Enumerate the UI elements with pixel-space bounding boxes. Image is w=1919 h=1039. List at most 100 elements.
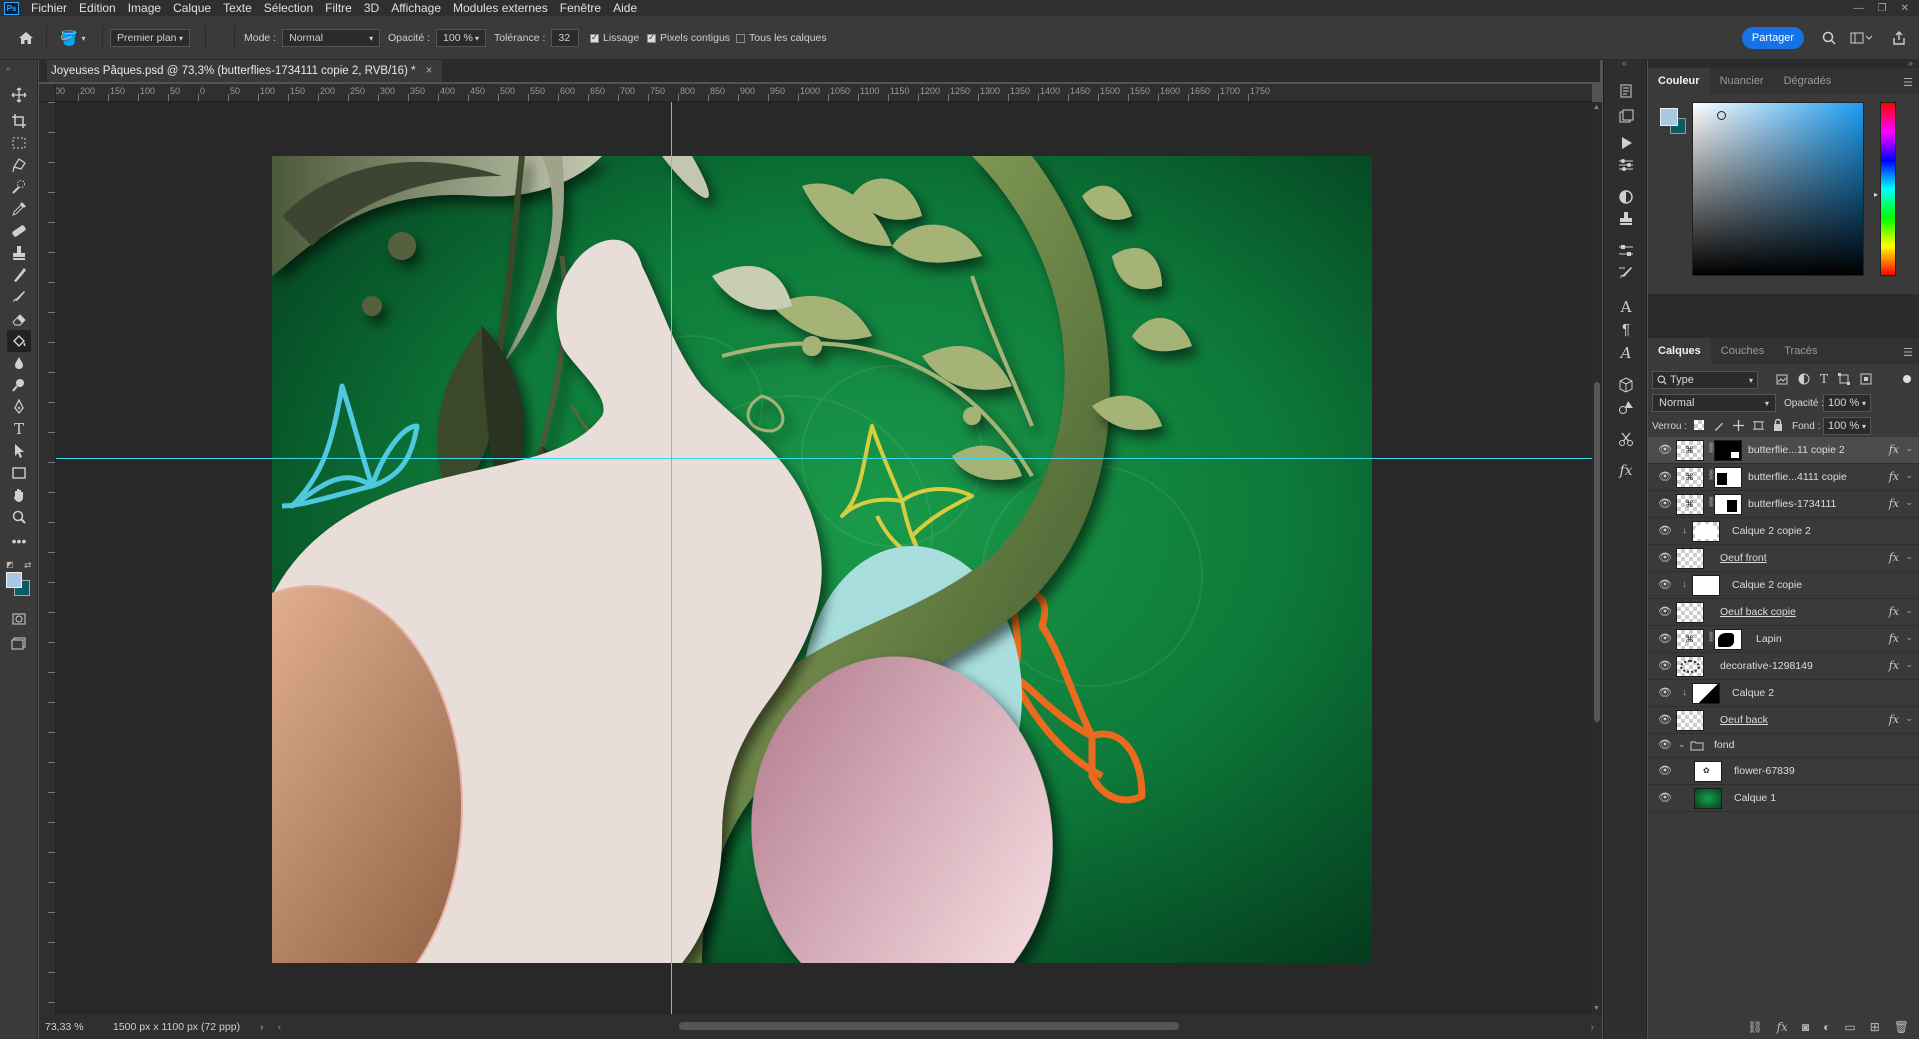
crop-tool[interactable] <box>7 110 31 132</box>
layer-name[interactable]: Calque 2 copie <box>1732 579 1802 591</box>
layer-effects-icon[interactable]: fx <box>1889 443 1899 456</box>
layer-opacity-input[interactable]: 100 % ▾ <box>1823 394 1871 412</box>
quick-selection-tool[interactable] <box>7 176 31 198</box>
close-window-icon[interactable]: ✕ <box>1901 3 1909 14</box>
canvas-area[interactable] <box>56 102 1592 1014</box>
layer-effects-icon[interactable]: fx <box>1889 632 1899 645</box>
panel-menu-icon[interactable]: ☰ <box>1903 76 1913 89</box>
expand-effects-icon[interactable]: ⌄ <box>1905 659 1913 670</box>
screen-mode-button[interactable] <box>7 632 31 654</box>
home-button[interactable] <box>18 29 34 47</box>
expand-effects-icon[interactable]: ⌄ <box>1905 632 1913 643</box>
menu-filtre[interactable]: Filtre <box>319 0 358 16</box>
expand-effects-icon[interactable]: ⌄ <box>1905 443 1913 454</box>
default-colors-icon[interactable]: ◩ <box>6 560 14 569</box>
menu-fichier[interactable]: Fichier <box>25 0 73 16</box>
visibility-eye-icon[interactable]: 👁 <box>1658 634 1672 645</box>
visibility-eye-icon[interactable]: 👁 <box>1658 793 1672 804</box>
link-layers-icon[interactable]: ⛓ <box>1747 1020 1762 1034</box>
tab-degrades[interactable]: Dégradés <box>1774 68 1842 94</box>
layer-effects-icon[interactable]: fx <box>1889 659 1899 672</box>
shape-filter-icon[interactable] <box>1838 373 1851 385</box>
color-adjust-button[interactable] <box>1614 186 1638 208</box>
color-foreground-swatch[interactable] <box>1660 108 1678 126</box>
libraries-panel-button[interactable] <box>1614 106 1638 128</box>
eyedropper-tool[interactable] <box>7 198 31 220</box>
new-group-icon[interactable]: ▭ <box>1844 1020 1855 1034</box>
adjustment-layer-icon[interactable]: ◐ <box>1823 1020 1830 1034</box>
layer-row[interactable]: 👁 ✿ flower-67839 <box>1648 758 1919 785</box>
color-picker-cursor[interactable] <box>1717 111 1726 120</box>
visibility-eye-icon[interactable]: 👁 <box>1658 472 1672 483</box>
tab-couches[interactable]: Couches <box>1711 338 1774 364</box>
marquee-tool[interactable] <box>7 132 31 154</box>
layer-mask-thumbnail[interactable] <box>1714 629 1742 650</box>
restore-icon[interactable]: ❐ <box>1878 3 1887 14</box>
visibility-eye-icon[interactable]: 👁 <box>1658 499 1672 510</box>
quick-mask-button[interactable] <box>7 608 31 630</box>
history-panel-button[interactable] <box>1614 80 1638 102</box>
layer-effects-icon[interactable]: fx <box>1889 497 1899 510</box>
blend-mode-select[interactable]: Normal ▾ <box>1652 394 1776 412</box>
horizontal-scroll-thumb[interactable] <box>679 1022 1179 1030</box>
expand-effects-icon[interactable]: ⌄ <box>1905 470 1913 481</box>
vertical-scroll-thumb[interactable] <box>1594 382 1600 722</box>
layer-name[interactable]: Oeuf back copie <box>1720 606 1796 618</box>
brush-settings-button[interactable] <box>1614 262 1638 284</box>
minimize-icon[interactable]: — <box>1854 3 1864 14</box>
menu-texte[interactable]: Texte <box>217 0 258 16</box>
workspace-button[interactable] <box>1850 29 1872 47</box>
layer-name[interactable]: Calque 2 <box>1732 687 1774 699</box>
document-canvas[interactable] <box>272 156 1372 963</box>
layer-name[interactable]: butterflie...4111 copie <box>1748 471 1878 483</box>
adjustment-filter-icon[interactable] <box>1798 373 1810 385</box>
all-layers-checkbox[interactable]: Tous les calques <box>736 29 827 47</box>
visibility-eye-icon[interactable]: 👁 <box>1658 715 1672 726</box>
mode-select[interactable]: Normal ▾ <box>282 29 381 47</box>
history-brush-tool[interactable] <box>7 264 31 286</box>
lock-transparency-icon[interactable] <box>1694 420 1704 430</box>
panel-menu-icon[interactable]: ☰ <box>1903 346 1913 359</box>
collapse-icon[interactable]: » <box>6 64 10 73</box>
path-selection-tool[interactable] <box>7 440 31 462</box>
move-tool[interactable] <box>7 84 31 106</box>
layer-row[interactable]: 👁 ↓ Calque 2 <box>1648 680 1919 707</box>
layer-row[interactable]: 👁 Oeuf back fx ⌄ <box>1648 707 1919 734</box>
collapse-panels-icon[interactable]: « <box>1622 58 1627 68</box>
lock-image-icon[interactable] <box>1713 420 1724 431</box>
scroll-right-icon[interactable]: › <box>1591 1021 1595 1033</box>
character-panel-button[interactable]: A <box>1614 296 1638 318</box>
lock-all-icon[interactable] <box>1773 419 1783 431</box>
status-expand-icon[interactable]: › <box>260 1021 264 1033</box>
layer-name[interactable]: butterflie...11 copie 2 <box>1748 444 1878 456</box>
visibility-eye-icon[interactable]: 👁 <box>1658 607 1672 618</box>
layer-name[interactable]: flower-67839 <box>1734 765 1795 777</box>
tab-couleur[interactable]: Couleur <box>1648 68 1710 94</box>
tool-preset-picker[interactable]: 🪣 ▾ <box>60 29 85 47</box>
new-layer-icon[interactable]: ⊞ <box>1870 1020 1880 1034</box>
clone-stamp-tool[interactable] <box>7 242 31 264</box>
add-style-icon[interactable]: fx <box>1777 1020 1788 1034</box>
visibility-eye-icon[interactable]: 👁 <box>1658 740 1672 751</box>
tab-traces[interactable]: Tracés <box>1774 338 1827 364</box>
actions-panel-button[interactable] <box>1614 132 1638 154</box>
tab-nuancier[interactable]: Nuancier <box>1710 68 1774 94</box>
paint-bucket-tool[interactable] <box>7 330 31 352</box>
layer-mask-thumbnail[interactable] <box>1714 494 1742 515</box>
layer-row[interactable]: 👁 ↓ Calque 2 copie <box>1648 572 1919 599</box>
layer-group-row[interactable]: 👁 ⌄ fond <box>1648 734 1919 758</box>
properties-panel-button[interactable] <box>1614 240 1638 262</box>
visibility-eye-icon[interactable]: 👁 <box>1658 766 1672 777</box>
shapes-panel-button[interactable] <box>1614 396 1638 418</box>
fill-input[interactable]: 100 % ▾ <box>1823 417 1871 435</box>
hue-slider-handle[interactable]: ▸ <box>1874 190 1878 199</box>
layer-effects-icon[interactable]: fx <box>1889 605 1899 618</box>
fill-source-select[interactable]: Premier plan ▾ <box>110 29 190 47</box>
tool-presets-button[interactable] <box>1614 428 1638 450</box>
smoothing-checkbox[interactable]: ✓ Lissage <box>590 29 639 47</box>
zoom-level[interactable]: 73,33 % <box>45 1021 105 1033</box>
visibility-eye-icon[interactable]: 👁 <box>1658 553 1672 564</box>
vertical-scrollbar[interactable]: ▲ ▼ <box>1592 102 1602 1014</box>
visibility-eye-icon[interactable]: 👁 <box>1658 661 1672 672</box>
clone-source-button[interactable] <box>1614 208 1638 230</box>
